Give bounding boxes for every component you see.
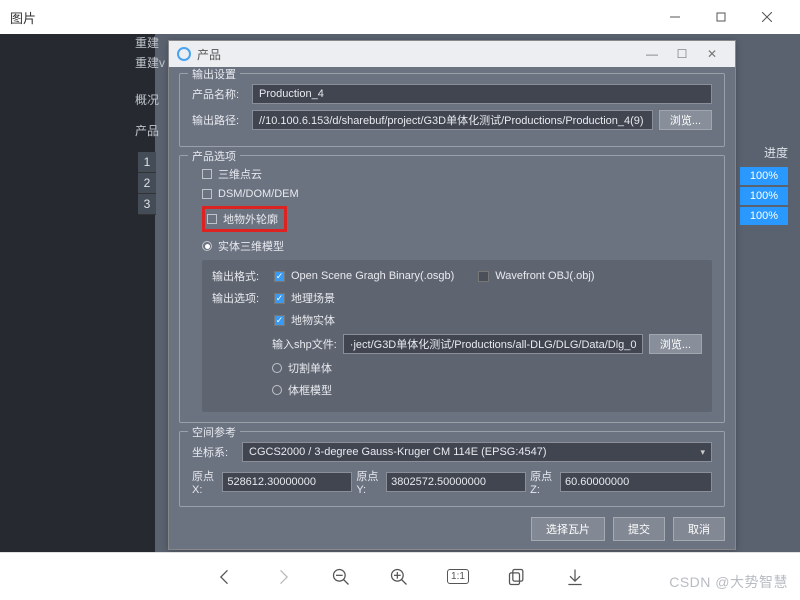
back-button[interactable]	[215, 567, 235, 587]
browse-button[interactable]: 浏览...	[659, 110, 712, 130]
forward-button[interactable]	[273, 567, 293, 587]
zoom-in-button[interactable]	[389, 567, 409, 587]
progress-cell: 100%	[740, 167, 788, 185]
radio-dsm-dom-dem[interactable]: DSM/DOM/DEM	[202, 188, 712, 200]
submit-button[interactable]: 提交	[613, 517, 665, 541]
output-settings-group: 输出设置 产品名称: 输出路径: 浏览...	[179, 73, 725, 147]
copy-button[interactable]	[507, 567, 527, 587]
dialog-close-button[interactable]: ✕	[697, 47, 727, 61]
dialog-title: 产品	[197, 46, 221, 63]
progress-column: 进度 100% 100% 100%	[740, 144, 788, 227]
srs-legend: 空间参考	[188, 424, 240, 440]
dialog-maximize-button[interactable]: ☐	[667, 47, 697, 61]
checkbox-entity[interactable]	[274, 315, 285, 326]
bg-tabs: 重建 重建v 概况 产品	[135, 34, 165, 139]
origin-z-input[interactable]	[560, 472, 712, 492]
checkbox-osgb[interactable]	[274, 271, 285, 282]
srs-select[interactable]: CGCS2000 / 3-degree Gauss-Kruger CM 114E…	[242, 442, 712, 462]
app-logo-icon	[177, 47, 191, 61]
radio-outline-highlighted[interactable]: 地物外轮廓	[202, 206, 287, 232]
outer-title: 图片	[10, 8, 36, 27]
origin-y-input[interactable]	[386, 472, 526, 492]
progress-cell: 100%	[740, 187, 788, 205]
cancel-button[interactable]: 取消	[673, 517, 725, 541]
output-legend: 输出设置	[188, 67, 240, 82]
checkbox-geo-scene[interactable]	[274, 293, 285, 304]
product-options-group: 产品选项 三维点云 DSM/DOM/DEM 地物外轮廓 实体三维模型 输出格式:…	[179, 155, 725, 423]
dialog-titlebar[interactable]: 产品 — ☐ ✕	[169, 41, 735, 67]
close-button[interactable]	[744, 2, 790, 32]
download-button[interactable]	[565, 567, 585, 587]
actual-size-button[interactable]: 1:1	[447, 569, 469, 584]
outer-titlebar: 图片	[0, 0, 800, 34]
shp-file-input[interactable]	[343, 334, 643, 354]
shp-browse-button[interactable]: 浏览...	[649, 334, 702, 354]
select-tile-button[interactable]: 选择瓦片	[531, 517, 605, 541]
checkbox-obj[interactable]	[478, 271, 489, 282]
minimize-button[interactable]	[652, 2, 698, 32]
origin-x-label: 原点X:	[192, 468, 218, 496]
format-label: 输出格式:	[212, 268, 268, 284]
output-path-input[interactable]	[252, 110, 653, 130]
product-name-input[interactable]	[252, 84, 712, 104]
spatial-reference-group: 空间参考 坐标系: CGCS2000 / 3-degree Gauss-Krug…	[179, 431, 725, 507]
select-label: 输出选项:	[212, 290, 268, 306]
left-panel	[0, 34, 155, 552]
progress-cell: 100%	[740, 207, 788, 225]
origin-z-label: 原点Z:	[530, 468, 556, 496]
name-label: 产品名称:	[192, 86, 246, 102]
shp-label: 输入shp文件:	[272, 336, 337, 352]
srs-label: 坐标系:	[192, 444, 236, 460]
watermark: CSDN @大势智慧	[669, 572, 788, 592]
radio-box-model[interactable]	[272, 385, 282, 395]
chevron-down-icon: ▾	[700, 447, 705, 458]
solid-model-suboptions: 输出格式: Open Scene Gragh Binary(.osgb) Wav…	[202, 260, 712, 412]
maximize-button[interactable]	[698, 2, 744, 32]
path-label: 输出路径:	[192, 112, 246, 128]
origin-x-input[interactable]	[222, 472, 352, 492]
viewer-toolbar: 1:1 CSDN @大势智慧	[0, 552, 800, 600]
progress-header: 进度	[740, 144, 788, 161]
dialog-footer: 选择瓦片 提交 取消	[169, 513, 735, 549]
product-dialog: 产品 — ☐ ✕ 输出设置 产品名称: 输出路径	[168, 40, 736, 550]
background-app: 重建 重建v 概况 产品 1 2 3 进度 100% 100% 100% 产品	[0, 34, 800, 552]
zoom-out-button[interactable]	[331, 567, 351, 587]
options-legend: 产品选项	[188, 148, 240, 164]
dialog-minimize-button[interactable]: —	[637, 47, 667, 61]
radio-cut-single[interactable]	[272, 363, 282, 373]
radio-solid-model[interactable]: 实体三维模型	[202, 238, 712, 254]
image-viewport: 重建 重建v 概况 产品 1 2 3 进度 100% 100% 100% 产品	[0, 34, 800, 552]
radio-point-cloud[interactable]: 三维点云	[202, 166, 712, 182]
origin-y-label: 原点Y:	[356, 468, 382, 496]
row-numbers: 1 2 3	[138, 152, 156, 215]
